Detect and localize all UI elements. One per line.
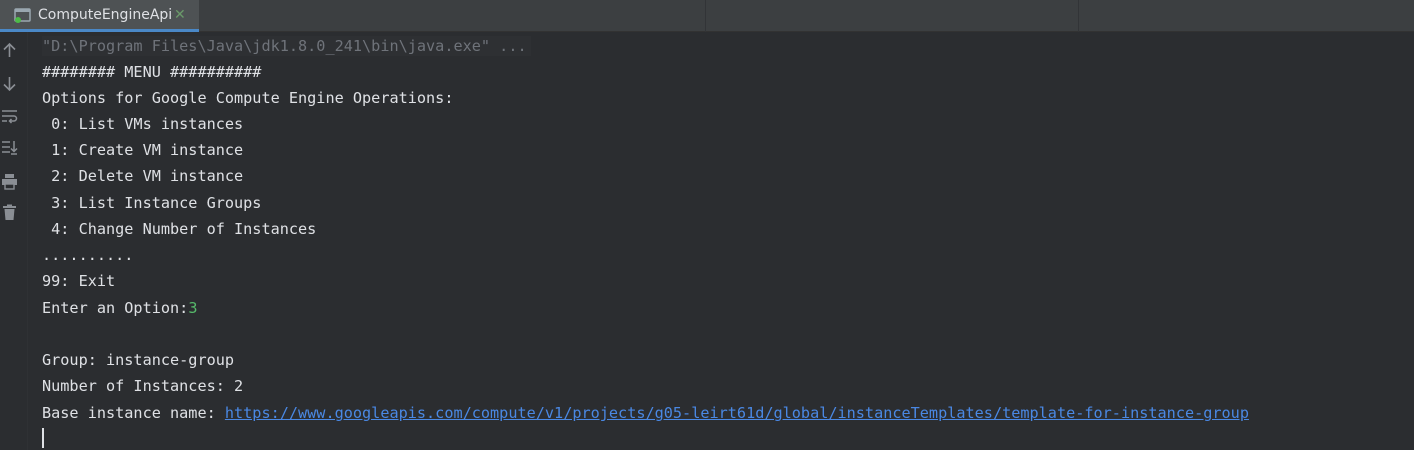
scroll-to-end-icon[interactable] — [1, 139, 18, 156]
menu-option: 1: Create VM instance — [42, 141, 244, 159]
menu-divider: .......... — [42, 246, 134, 264]
close-icon[interactable]: ✕ — [174, 7, 186, 24]
menu-header: ######## MENU ########## — [42, 63, 262, 81]
template-link[interactable]: https://www.googleapis.com/compute/v1/pr… — [225, 404, 1249, 422]
up-arrow-icon[interactable] — [1, 42, 18, 59]
menu-title: Options for Google Compute Engine Operat… — [42, 89, 454, 107]
trash-icon[interactable] — [1, 204, 18, 221]
instances-line: Number of Instances: 2 — [42, 377, 244, 395]
down-arrow-icon[interactable] — [1, 75, 18, 92]
tab-separator — [705, 0, 706, 32]
console-output[interactable]: "D:\Program Files\Java\jdk1.8.0_241\bin\… — [28, 32, 1414, 450]
tab-bar: ComputeEngineApi ✕ — [0, 0, 1414, 32]
menu-option: 3: List Instance Groups — [42, 194, 262, 212]
group-line: Group: instance-group — [42, 351, 235, 369]
print-icon[interactable] — [1, 173, 18, 190]
text-cursor — [42, 428, 44, 448]
menu-option: 0: List VMs instances — [42, 115, 244, 133]
base-instance-line: Base instance name: https://www.googleap… — [42, 403, 1249, 423]
base-instance-label: Base instance name: — [42, 404, 225, 422]
soft-wrap-icon[interactable] — [1, 108, 18, 125]
console-window-icon — [14, 8, 32, 23]
menu-option: 4: Change Number of Instances — [42, 220, 317, 238]
command-line: "D:\Program Files\Java\jdk1.8.0_241\bin\… — [42, 36, 531, 56]
option-prompt: Enter an Option:3 — [42, 298, 197, 318]
tab-title: ComputeEngineApi — [38, 7, 173, 23]
menu-option: 2: Delete VM instance — [42, 167, 244, 185]
prompt-label: Enter an Option: — [42, 299, 189, 317]
menu-option-exit: 99: Exit — [42, 272, 116, 290]
tab-separator — [1078, 0, 1079, 32]
console-toolbar — [0, 32, 28, 450]
user-input: 3 — [188, 299, 198, 317]
tab-compute-engine-api[interactable]: ComputeEngineApi ✕ — [0, 0, 199, 32]
